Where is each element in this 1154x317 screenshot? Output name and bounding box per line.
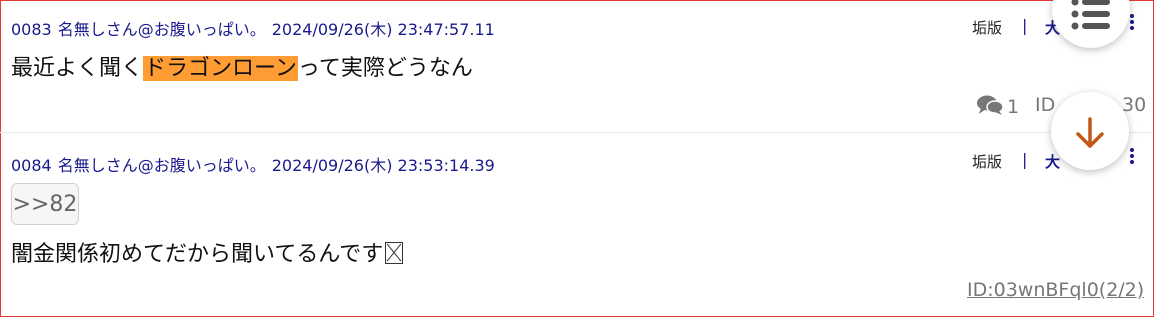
arrow-down-icon <box>1076 117 1104 148</box>
board-link[interactable]: 垢版 <box>972 17 1002 38</box>
separator: | <box>1022 150 1028 169</box>
reply-count: 1 <box>1007 96 1020 118</box>
kebab-icon[interactable] <box>1128 148 1136 170</box>
body-text: 闇金関係初めてだから聞いてるんです <box>11 242 384 267</box>
id-label: ID <box>1035 94 1056 116</box>
post-meta: 0084 名無しさん@お腹いっぱい。 2024/09/26(木) 23:53:14.… <box>11 152 501 176</box>
post-number[interactable]: 0083 <box>11 20 52 39</box>
reply-count-button[interactable]: 1 <box>976 94 1019 118</box>
scroll-down-fab-button[interactable] <box>1051 92 1129 170</box>
id-tail: 30 <box>1122 94 1147 116</box>
body-text-before: 最近よく聞く <box>11 56 144 81</box>
speech-bubbles-icon <box>977 95 1004 115</box>
reply-anchor-link[interactable]: >>82 <box>11 183 79 225</box>
highlighted-keyword: ドラゴンローン <box>143 56 298 81</box>
separator: | <box>1022 16 1028 35</box>
poster-name: 名無しさん@お腹いっぱい。 <box>57 20 266 39</box>
board-link[interactable]: 垢版 <box>972 151 1002 172</box>
body-text-after: って実際どうなん <box>297 56 473 81</box>
post-0083: 0083 名無しさん@お腹いっぱい。 2024/09/26(木) 23:47:57.… <box>0 0 1152 133</box>
post-datetime: 2024/09/26(木) 23:53:14.39 <box>271 156 495 175</box>
list-icon <box>1071 0 1110 30</box>
id-link[interactable]: ID:03wnBFql0(2/2) <box>967 279 1144 301</box>
post-number[interactable]: 0084 <box>11 156 52 175</box>
poster-name: 名無しさん@お腹いっぱい。 <box>57 156 266 175</box>
post-body: 最近よく聞くドラゴンローンって実際どうなん <box>11 50 473 82</box>
post-datetime: 2024/09/26(木) 23:47:57.11 <box>271 20 495 39</box>
missing-glyph-icon <box>385 242 404 264</box>
post-meta: 0083 名無しさん@お腹いっぱい。 2024/09/26(木) 23:47:57.… <box>11 16 501 40</box>
post-body: 闇金関係初めてだから聞いてるんです <box>11 236 404 268</box>
kebab-icon[interactable] <box>1128 14 1136 36</box>
